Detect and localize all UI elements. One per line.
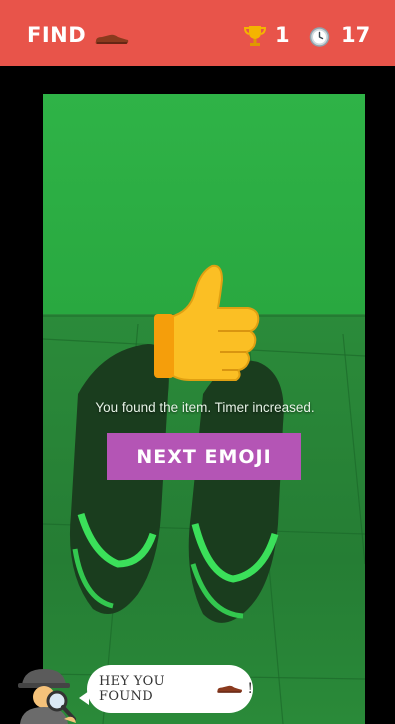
detective-icon: [18, 669, 76, 724]
camera-view: You found the item. Timer increased. NEX…: [43, 94, 365, 724]
trophy-icon: [244, 26, 266, 46]
shoe-icon: [95, 34, 129, 44]
speech-bubble: HEY YOU FOUND !: [79, 665, 253, 713]
find-label: FIND: [27, 23, 87, 47]
found-message: You found the item. Timer increased.: [95, 400, 315, 415]
bubble-text: HEY YOU FOUND: [99, 674, 165, 704]
timer-icon: [309, 27, 330, 47]
top-bar: FIND 1 17: [0, 0, 395, 66]
timer-count: 17: [341, 23, 371, 47]
shoe-icon: [217, 685, 243, 693]
bubble-exclamation: !: [247, 681, 253, 697]
next-emoji-button[interactable]: NEXT EMOJI: [107, 433, 301, 480]
score-count: 1: [275, 23, 290, 47]
thumbs-up-icon: [154, 264, 260, 381]
